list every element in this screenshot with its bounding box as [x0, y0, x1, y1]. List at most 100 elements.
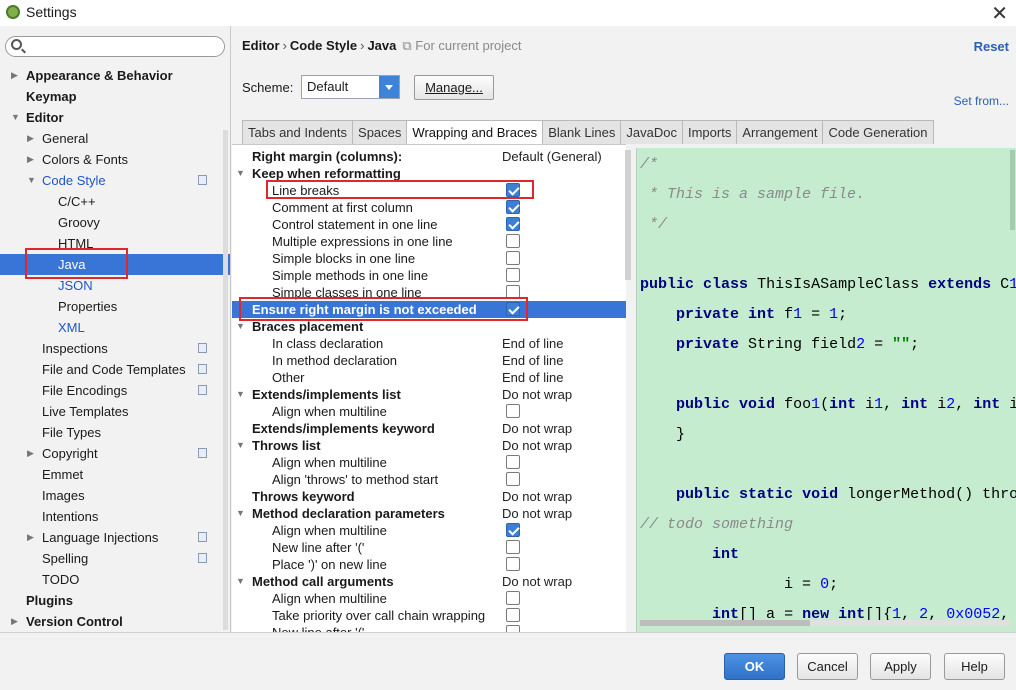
sidebar-item-file-types[interactable]: File Types: [0, 422, 230, 443]
option-row[interactable]: Ensure right margin is not exceeded: [232, 301, 626, 318]
tab-spaces[interactable]: Spaces: [352, 120, 408, 144]
option-row[interactable]: In class declaration End of line: [232, 335, 626, 352]
sidebar-item-c-c-[interactable]: C/C++: [0, 191, 230, 212]
expand-down-icon[interactable]: ▼: [27, 170, 36, 191]
option-row[interactable]: Other End of line: [232, 369, 626, 386]
option-row[interactable]: Place ')' on new line: [232, 556, 626, 573]
option-checkbox[interactable]: [506, 183, 520, 197]
option-row[interactable]: In method declaration End of line: [232, 352, 626, 369]
option-value[interactable]: End of line: [502, 369, 563, 386]
search-input[interactable]: [26, 39, 216, 54]
sidebar-item-inspections[interactable]: Inspections: [0, 338, 230, 359]
option-value[interactable]: Do not wrap: [502, 386, 572, 403]
option-row[interactable]: ▼ Throws list Do not wrap: [232, 437, 626, 454]
sidebar-item-appearance-behavior[interactable]: ▶ Appearance & Behavior: [0, 65, 230, 86]
option-row[interactable]: Align 'throws' to method start: [232, 471, 626, 488]
collapse-icon[interactable]: ▼: [236, 318, 245, 335]
sidebar-item-groovy[interactable]: Groovy: [0, 212, 230, 233]
option-value[interactable]: Do not wrap: [502, 437, 572, 454]
tab-code-generation[interactable]: Code Generation: [822, 120, 934, 144]
expand-right-icon[interactable]: ▶: [27, 149, 34, 170]
option-value[interactable]: Do not wrap: [502, 420, 572, 437]
option-row[interactable]: New line after '(': [232, 539, 626, 556]
option-checkbox[interactable]: [506, 404, 520, 418]
sidebar-item-json[interactable]: JSON: [0, 275, 230, 296]
option-value[interactable]: Do not wrap: [502, 505, 572, 522]
sidebar-item-language-injections[interactable]: ▶ Language Injections: [0, 527, 230, 548]
option-row[interactable]: New line after '(': [232, 624, 626, 632]
expand-right-icon[interactable]: ▶: [11, 611, 18, 632]
option-checkbox[interactable]: [506, 217, 520, 231]
option-row[interactable]: Line breaks: [232, 182, 626, 199]
option-checkbox[interactable]: [506, 268, 520, 282]
reset-link[interactable]: Reset: [974, 39, 1009, 54]
option-checkbox[interactable]: [506, 251, 520, 265]
sidebar-item-java[interactable]: Java: [0, 254, 230, 275]
option-checkbox[interactable]: [506, 455, 520, 469]
option-checkbox[interactable]: [506, 234, 520, 248]
apply-button[interactable]: Apply: [870, 653, 931, 680]
collapse-icon[interactable]: ▼: [236, 165, 245, 182]
option-value[interactable]: End of line: [502, 352, 563, 369]
sidebar-item-intentions[interactable]: Intentions: [0, 506, 230, 527]
sidebar-item-emmet[interactable]: Emmet: [0, 464, 230, 485]
sidebar-item-general[interactable]: ▶ General: [0, 128, 230, 149]
expand-right-icon[interactable]: ▶: [27, 527, 34, 548]
option-row[interactable]: Align when multiline: [232, 454, 626, 471]
option-row[interactable]: Comment at first column: [232, 199, 626, 216]
tab-tabs-and-indents[interactable]: Tabs and Indents: [242, 120, 354, 144]
chevron-down-icon[interactable]: [379, 76, 399, 98]
sidebar-item-html[interactable]: HTML: [0, 233, 230, 254]
collapse-icon[interactable]: ▼: [236, 573, 245, 590]
option-checkbox[interactable]: [506, 557, 520, 571]
options-scrollbar[interactable]: [625, 150, 631, 280]
collapse-icon[interactable]: ▼: [236, 437, 245, 454]
tab-imports[interactable]: Imports: [681, 120, 738, 144]
option-row[interactable]: Multiple expressions in one line: [232, 233, 626, 250]
sidebar-item-images[interactable]: Images: [0, 485, 230, 506]
option-checkbox[interactable]: [506, 472, 520, 486]
option-checkbox[interactable]: [506, 625, 520, 632]
option-checkbox[interactable]: [506, 608, 520, 622]
option-checkbox[interactable]: [506, 302, 520, 316]
settings-search[interactable]: [5, 36, 225, 57]
collapse-icon[interactable]: ▼: [236, 386, 245, 403]
tab-blank-lines[interactable]: Blank Lines: [542, 120, 622, 144]
expand-right-icon[interactable]: ▶: [27, 443, 34, 464]
option-row[interactable]: ▼ Extends/implements list Do not wrap: [232, 386, 626, 403]
preview-vertical-scrollbar[interactable]: [1010, 150, 1015, 230]
sidebar-item-properties[interactable]: Properties: [0, 296, 230, 317]
option-value[interactable]: Default (General): [502, 148, 602, 165]
expand-right-icon[interactable]: ▶: [27, 128, 34, 149]
option-row[interactable]: Control statement in one line: [232, 216, 626, 233]
sidebar-item-spelling[interactable]: Spelling: [0, 548, 230, 569]
option-value[interactable]: Do not wrap: [502, 488, 572, 505]
preview-scroll-thumb[interactable]: [640, 620, 810, 626]
option-row[interactable]: Throws keyword Do not wrap: [232, 488, 626, 505]
preview-horizontal-scrollbar[interactable]: [640, 620, 1010, 626]
ok-button[interactable]: OK: [724, 653, 785, 680]
set-from-link[interactable]: Set from...: [954, 94, 1009, 108]
sidebar-scrollbar[interactable]: [223, 130, 228, 630]
option-row[interactable]: ▼ Method call arguments Do not wrap: [232, 573, 626, 590]
option-row[interactable]: Align when multiline: [232, 403, 626, 420]
collapse-icon[interactable]: ▼: [236, 505, 245, 522]
sidebar-item-plugins[interactable]: Plugins: [0, 590, 230, 611]
scheme-dropdown[interactable]: Default: [301, 75, 400, 99]
option-checkbox[interactable]: [506, 540, 520, 554]
manage-button[interactable]: Manage...: [414, 75, 494, 100]
sidebar-item-keymap[interactable]: Keymap: [0, 86, 230, 107]
sidebar-item-editor[interactable]: ▼ Editor: [0, 107, 230, 128]
tab-wrapping-and-braces[interactable]: Wrapping and Braces: [406, 120, 544, 144]
option-row[interactable]: Extends/implements keyword Do not wrap: [232, 420, 626, 437]
option-row[interactable]: Take priority over call chain wrapping: [232, 607, 626, 624]
tab-arrangement[interactable]: Arrangement: [736, 120, 824, 144]
option-row[interactable]: Align when multiline: [232, 522, 626, 539]
tab-javadoc[interactable]: JavaDoc: [620, 120, 683, 144]
sidebar-item-live-templates[interactable]: Live Templates: [0, 401, 230, 422]
option-row[interactable]: ▼ Method declaration parameters Do not wra…: [232, 505, 626, 522]
sidebar-item-colors-fonts[interactable]: ▶ Colors & Fonts: [0, 149, 230, 170]
expand-down-icon[interactable]: ▼: [11, 107, 20, 128]
sidebar-item-todo[interactable]: TODO: [0, 569, 230, 590]
sidebar-item-file-encodings[interactable]: File Encodings: [0, 380, 230, 401]
